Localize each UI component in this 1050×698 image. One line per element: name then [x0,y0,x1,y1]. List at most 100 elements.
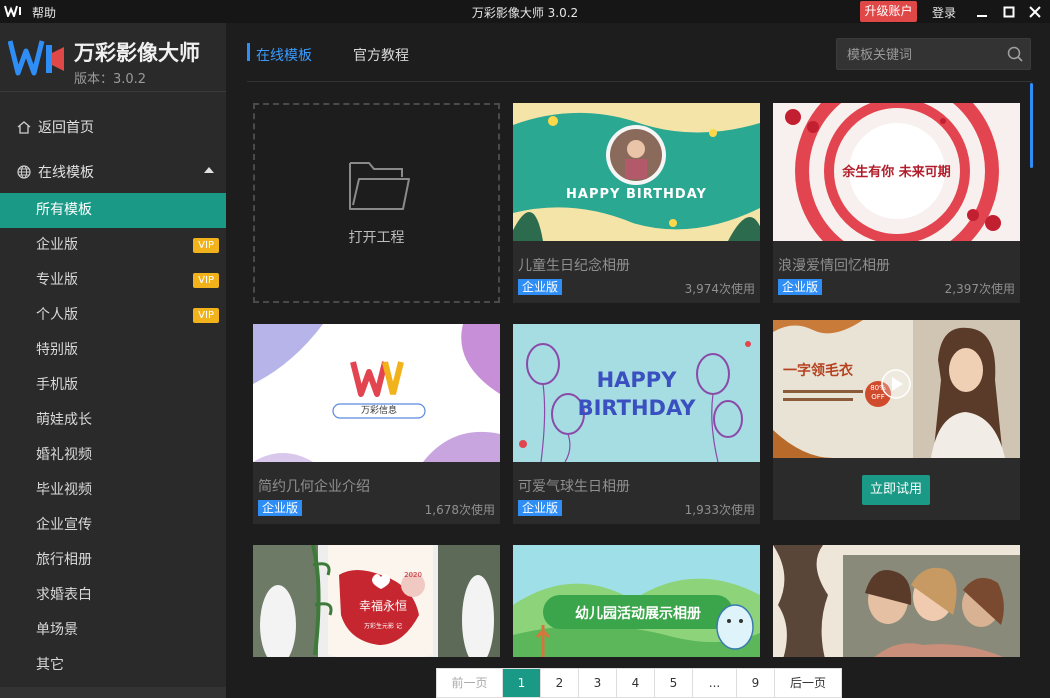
category-label: 个人版 [36,307,78,323]
page-button-5[interactable]: 5 [655,669,693,697]
page-button-1[interactable]: 1 [503,669,541,697]
category-item-all[interactable]: 所有模板 [0,193,226,228]
sidebar-divider [0,91,226,92]
category-label: 其它 [36,657,64,673]
category-item-enterprise[interactable]: 企业版 VIP [0,228,226,263]
category-label: 婚礼视频 [36,447,92,463]
thumbnail-caption: 余生有你 未来可期 [842,165,951,180]
usage-count: 1,933次使用 [684,503,755,517]
category-item-travel[interactable]: 旅行相册 [0,543,226,578]
vip-badge: VIP [193,273,219,288]
thumbnail-caption: 万彩信息 [360,406,397,416]
upgrade-account-button[interactable]: 升级账户 [860,1,917,22]
help-menu[interactable]: 帮助 [32,4,56,21]
usage-count: 3,974次使用 [684,282,755,296]
category-label: 旅行相册 [36,552,92,568]
category-item-professional[interactable]: 专业版 VIP [0,263,226,298]
home-icon [17,121,31,134]
brand-version: 版本：3.0.2 [74,72,147,87]
nav-home-label: 返回首页 [38,120,94,136]
category-label: 单场景 [36,622,78,638]
thumbnail-caption: 一字领毛衣 [783,363,853,379]
category-label: 特别版 [36,342,78,358]
page-button-3[interactable]: 3 [579,669,617,697]
template-card[interactable]: HAPPY BIRTHDAY 儿童生日纪念相册 企业版 3,974次使用 [513,103,760,303]
category-item-mobile[interactable]: 手机版 [0,368,226,403]
grid-bottom-edge [226,657,1050,668]
category-label: 专业版 [36,272,78,288]
template-thumbnail: HAPPY BIRTHDAY [513,324,760,462]
thumbnail-year: 2020 [404,571,422,579]
template-title: 儿童生日纪念相册 [518,258,630,274]
close-icon[interactable] [1025,2,1045,21]
category-label: 毕业视频 [36,482,92,498]
scrollbar-thumb[interactable] [1030,83,1033,168]
template-thumbnail: 幼儿园活动展示相册 [513,545,760,658]
category-label: 所有模板 [36,202,92,218]
title-bar: 帮助 万彩影像大师 3.0.2 升级账户 登录 [0,0,1050,23]
page-button-2[interactable]: 2 [541,669,579,697]
vip-badge: VIP [193,308,219,323]
page-button-9[interactable]: 9 [737,669,775,697]
template-thumbnail: 余生有你 未来可期 [773,103,1020,241]
template-title: 简约几何企业介绍 [258,479,370,495]
try-now-button[interactable]: 立即试用 [862,475,930,505]
app-logo-icon [4,5,21,17]
sidebar: 万彩影像大师 版本：3.0.2 返回首页 在线模板 所有模板 企业版 VIP 专业… [0,23,226,698]
search-box [836,38,1031,70]
category-item-personal[interactable]: 个人版 VIP [0,298,226,333]
template-card[interactable]: 幸福永恒 2020 万彩生元影 记 [253,545,500,658]
thumbnail-caption: HAPPY BIRTHDAY [566,187,707,202]
category-item-proposal[interactable]: 求婚表白 [0,578,226,613]
prev-page-button[interactable]: 前一页 [437,669,503,697]
main-divider [247,81,1032,82]
page-button-4[interactable]: 4 [617,669,655,697]
category-item-baby[interactable]: 萌娃成长 [0,403,226,438]
tab-tutorials[interactable]: 官方教程 [353,45,409,65]
usage-count: 1,678次使用 [424,503,495,517]
template-card[interactable]: HAPPY BIRTHDAY 可爱气球生日相册 企业版 1,933次使用 [513,324,760,524]
category-list: 所有模板 企业版 VIP 专业版 VIP 个人版 VIP 特别版 手机版 萌娃成长 婚… [0,193,226,683]
category-label: 萌娃成长 [36,412,92,428]
collapse-caret-icon[interactable] [204,167,214,173]
main-panel: 在线模板 官方教程 打开工程 [226,23,1050,698]
edition-badge: 企业版 [518,279,563,295]
login-button[interactable]: 登录 [932,4,956,21]
sidebar-footer [0,687,226,698]
category-label: 企业宣传 [36,517,92,533]
template-card[interactable]: 余生有你 未来可期 浪漫爱情回忆相册 企业版 2,397次使用 [773,103,1020,303]
thumbnail-caption: HAPPY BIRTHDAY [577,368,696,420]
category-item-corporate[interactable]: 企业宣传 [0,508,226,543]
sale-badge: 80% OFF [870,384,886,401]
active-tab-indicator [247,43,250,61]
minimize-icon[interactable] [972,2,992,21]
template-thumbnail: 万彩信息 [253,324,500,462]
category-item-graduation[interactable]: 毕业视频 [0,473,226,508]
search-input[interactable] [847,45,997,65]
page-ellipsis: ... [693,669,737,697]
template-thumbnail: 一字领毛衣 80% OFF [773,320,1020,458]
open-project-button[interactable]: 打开工程 [253,103,500,303]
maximize-icon[interactable] [999,2,1019,21]
next-page-button[interactable]: 后一页 [775,669,841,697]
category-item-other[interactable]: 其它 [0,648,226,683]
tab-online-templates[interactable]: 在线模板 [256,45,312,65]
category-item-special[interactable]: 特别版 [0,333,226,368]
nav-online-templates[interactable]: 在线模板 [16,162,216,182]
template-card[interactable]: 万彩信息 简约几何企业介绍 企业版 1,678次使用 [253,324,500,524]
template-card[interactable]: 一字领毛衣 80% OFF 立即试用 [773,320,1020,520]
nav-home[interactable]: 返回首页 [16,117,94,137]
category-item-wedding[interactable]: 婚礼视频 [0,438,226,473]
thumbnail-caption: 幼儿园活动展示相册 [575,606,701,622]
template-title: 浪漫爱情回忆相册 [778,258,890,274]
template-card[interactable] [773,545,1020,658]
thumbnail-subcaption: 万彩生元影 记 [364,623,402,630]
category-item-single-scene[interactable]: 单场景 [0,613,226,648]
thumbnail-caption: 幸福永恒 [358,599,407,613]
template-card[interactable]: 幼儿园活动展示相册 [513,545,760,658]
edition-badge: 企业版 [778,279,823,295]
search-icon[interactable] [1006,45,1024,63]
globe-icon [17,165,31,179]
usage-count: 2,397次使用 [944,282,1015,296]
folder-icon [349,162,410,210]
